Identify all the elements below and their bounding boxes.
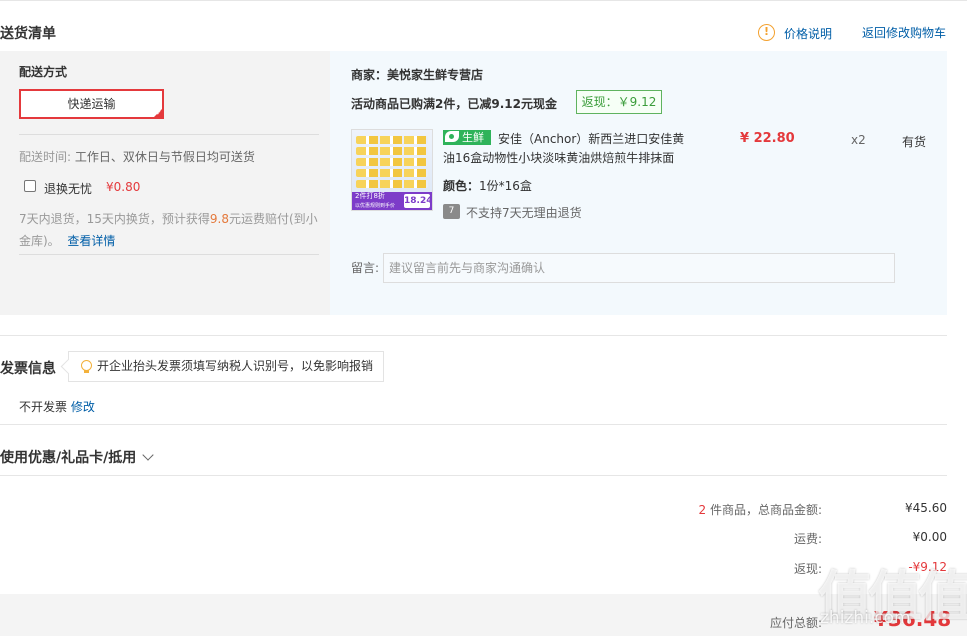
insurance-desc-part1: 7天内退货，15天内换货，预计获得	[19, 212, 210, 226]
shipping-method-label: 配送方式	[19, 65, 68, 79]
goods-count-label: 件商品，总商品金额:	[709, 503, 822, 517]
lightbulb-base	[84, 370, 89, 373]
no-7day-return-icon: 7	[443, 204, 460, 219]
product-spec-label: 颜色：	[443, 179, 480, 193]
freight-value: ¥0.00	[912, 530, 947, 544]
invoice-status-row: 不开发票 修改	[19, 398, 95, 415]
product-price: ¥ 22.80	[740, 131, 795, 146]
section-title-delivery-list: 送货清单	[0, 26, 56, 42]
section-divider	[0, 475, 947, 476]
goods-total-value: ¥45.60	[905, 501, 947, 515]
shipping-method-option-label: 快递运输	[67, 97, 116, 111]
back-to-cart-link[interactable]: 返回修改购物车	[862, 24, 946, 41]
return-policy: 不支持7天无理由退货	[466, 206, 582, 220]
delivery-time: 配送时间: 工作日、双休日与节假日均可送货	[19, 148, 255, 165]
insurance-desc-amount: 9.8	[209, 212, 229, 226]
invoice-tip: 开企业抬头发票须填写纳税人识别号，以免影响报销	[68, 351, 384, 382]
rebate-badge: 返现：￥9.12	[576, 90, 662, 114]
warning-circle-icon: !	[758, 24, 775, 41]
top-border	[0, 0, 967, 1]
invoice-edit-link[interactable]: 修改	[71, 400, 95, 414]
view-details-link[interactable]: 查看详情	[67, 234, 115, 248]
product-image-banner-sub: 以优惠规则到手价	[355, 203, 396, 209]
section-divider	[0, 424, 947, 425]
divider	[19, 254, 319, 255]
merchant-label: 商家：	[351, 68, 388, 82]
shipping-method-option-express[interactable]: 快递运输 ✓	[19, 89, 164, 119]
chevron-down-icon	[142, 449, 154, 461]
stock-status: 有货	[902, 135, 927, 149]
promo-text: 活动商品已购满2件，已减9.12元现金	[351, 97, 557, 111]
insurance-desc-part2: 元运费赔付(到小	[229, 212, 318, 226]
return-insurance-label: 退换无忧	[44, 182, 93, 196]
return-insurance-description: 7天内退货，15天内换货，预计获得9.8元运费赔付(到小金库)。 查看详情	[19, 208, 319, 252]
divider	[19, 134, 319, 135]
coupons-title: 使用优惠/礼品卡/抵用	[0, 450, 137, 466]
merchant-name: 美悦家生鲜专营店	[387, 68, 484, 82]
product-image-price: 18.24	[404, 194, 433, 208]
product-image[interactable]: 2件打8折 以优惠规则到手价 18.24	[351, 129, 433, 211]
order-note-input[interactable]: 建议留言前先与商家沟通确认	[383, 253, 895, 283]
product-spec-value: 1份*16盒	[479, 179, 532, 193]
section-divider	[0, 335, 947, 336]
price-note-link[interactable]: 价格说明	[784, 25, 832, 42]
delivery-time-label: 配送时间:	[19, 150, 72, 164]
goods-total-label: 2 件商品，总商品金额:	[640, 501, 822, 518]
watermark-text: zhizhi.com	[820, 608, 911, 628]
insurance-desc-part3: 金库)。	[19, 234, 60, 248]
invoice-status: 不开发票	[19, 400, 68, 414]
fresh-tag: 生鲜	[443, 130, 491, 145]
product-spec: 颜色：1份*16盒	[443, 177, 532, 194]
rebate-label: 返现:	[793, 562, 822, 576]
leaf-icon	[445, 131, 459, 142]
fresh-tag-label: 生鲜	[462, 131, 484, 144]
payable-label: 应付总额:	[769, 616, 822, 630]
note-label: 留言:	[351, 261, 380, 275]
goods-count: 2	[698, 503, 707, 517]
freight-label: 运费:	[793, 532, 822, 546]
delivery-time-value: 工作日、双休日与节假日均可送货	[74, 150, 255, 164]
coupons-toggle[interactable]: 使用优惠/礼品卡/抵用	[0, 447, 154, 467]
product-image-banner-text: 2件打8折	[355, 192, 385, 200]
merchant: 商家：美悦家生鲜专营店	[351, 66, 483, 83]
invoice-tip-text: 开企业抬头发票须填写纳税人识别号，以免影响报销	[97, 359, 374, 373]
section-title-invoice: 发票信息	[0, 361, 56, 377]
product-quantity: x2	[851, 133, 866, 147]
return-insurance-price: ¥0.80	[106, 180, 141, 194]
return-insurance-checkbox[interactable]	[24, 180, 36, 192]
selected-check-icon: ✓	[152, 107, 164, 119]
